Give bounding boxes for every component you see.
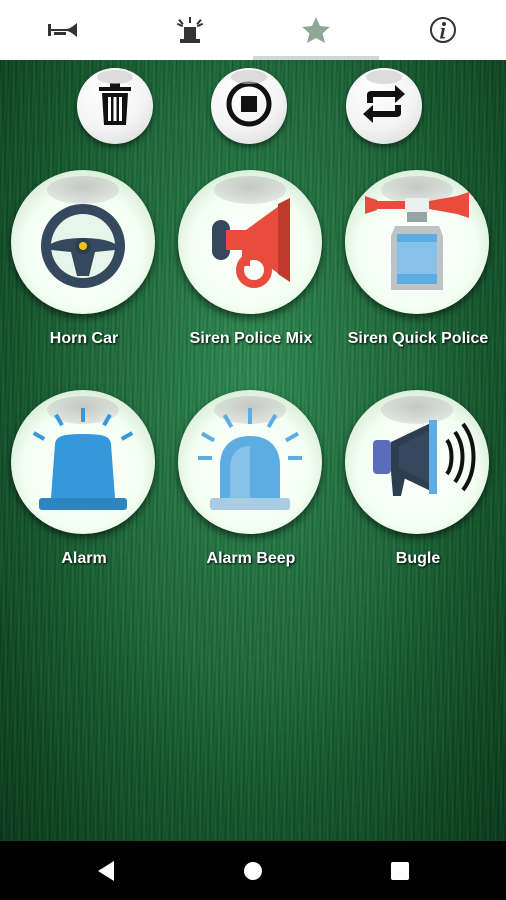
sound-button[interactable] <box>11 390 155 534</box>
system-nav-bar <box>0 841 506 900</box>
sound-label: Siren Police Mix <box>189 330 313 347</box>
siren-icon <box>174 15 206 45</box>
sound-button[interactable] <box>11 170 155 314</box>
sound-button[interactable] <box>345 170 489 314</box>
repeat-button[interactable] <box>346 68 422 144</box>
sound-tile[interactable]: Siren Police Mix <box>167 170 335 380</box>
recents-nav-icon[interactable] <box>388 859 412 883</box>
info-icon <box>429 16 457 44</box>
horn-icon <box>46 20 80 40</box>
delete-button[interactable] <box>77 68 153 144</box>
sound-button[interactable] <box>178 170 322 314</box>
tab-info[interactable] <box>398 0 488 60</box>
sound-label: Alarm Beep <box>206 550 296 567</box>
sound-board: Horn Car Siren Police Mix Siren Quick Po… <box>0 60 506 841</box>
repeat-icon <box>359 81 409 132</box>
sound-button[interactable] <box>178 390 322 534</box>
stop-icon <box>225 80 273 133</box>
star-icon <box>301 16 331 44</box>
sound-label: Siren Quick Police <box>347 330 489 347</box>
sound-label: Alarm <box>61 550 107 567</box>
sound-label: Bugle <box>395 550 441 567</box>
stop-button[interactable] <box>211 68 287 144</box>
home-nav-icon[interactable] <box>241 859 265 883</box>
sound-tile[interactable]: Alarm Beep <box>167 390 335 600</box>
top-tab-bar <box>0 0 506 60</box>
tab-favorites[interactable] <box>271 0 361 60</box>
sound-button[interactable] <box>345 390 489 534</box>
sound-tile[interactable]: Alarm <box>0 390 168 600</box>
sound-label: Horn Car <box>49 330 119 347</box>
sound-tile[interactable]: Bugle <box>334 390 502 600</box>
sound-tile[interactable]: Siren Quick Police <box>334 170 502 380</box>
tab-siren[interactable] <box>145 0 235 60</box>
tab-horn[interactable] <box>18 0 108 60</box>
sound-tile[interactable]: Horn Car <box>0 170 168 380</box>
back-nav-icon[interactable] <box>94 859 118 883</box>
trash-icon <box>95 81 135 132</box>
